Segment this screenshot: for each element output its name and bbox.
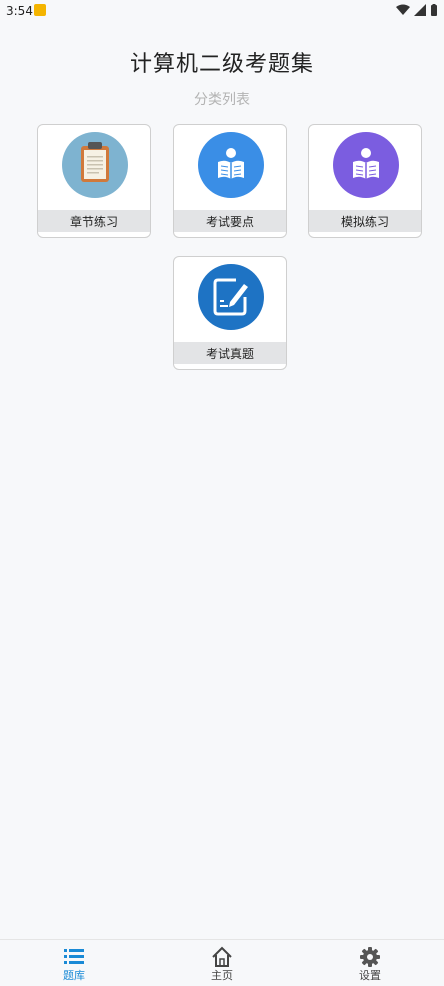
bottom-tab-bar: 题库 主页 设置 [0,939,444,985]
reading-person-icon [198,132,264,198]
battery-icon [431,4,437,16]
category-card-past-exams[interactable]: 考试真题 [173,256,287,370]
signal-icon [414,4,426,16]
page-title: 计算机二级考题集 [129,52,314,77]
wifi-icon [396,4,410,15]
home-icon [212,946,232,967]
tab-question-bank[interactable]: 题库 [34,940,114,986]
tab-label: 主页 [211,969,233,982]
notification-icon [34,4,46,16]
edit-document-icon [198,264,264,330]
list-icon [64,949,84,964]
status-time: 3:54 [6,4,33,18]
category-card-exam-key-points[interactable]: 考试要点 [173,124,287,238]
page-subtitle: 分类列表 [194,92,250,108]
status-icons [396,4,438,16]
status-bar: 3:54 [0,0,444,22]
clipboard-icon [62,132,128,198]
reading-person-icon [333,132,399,198]
category-card-mock-practice[interactable]: 模拟练习 [308,124,422,238]
category-card-chapter-practice[interactable]: 章节练习 [37,124,151,238]
category-label: 考试真题 [174,342,286,364]
gear-icon [360,947,380,967]
tab-label: 设置 [359,969,381,982]
tab-label: 题库 [63,969,85,982]
category-label: 章节练习 [38,210,150,232]
tab-home[interactable]: 主页 [182,940,262,986]
tab-settings[interactable]: 设置 [330,940,410,986]
category-label: 考试要点 [174,210,286,232]
category-label: 模拟练习 [309,210,421,232]
